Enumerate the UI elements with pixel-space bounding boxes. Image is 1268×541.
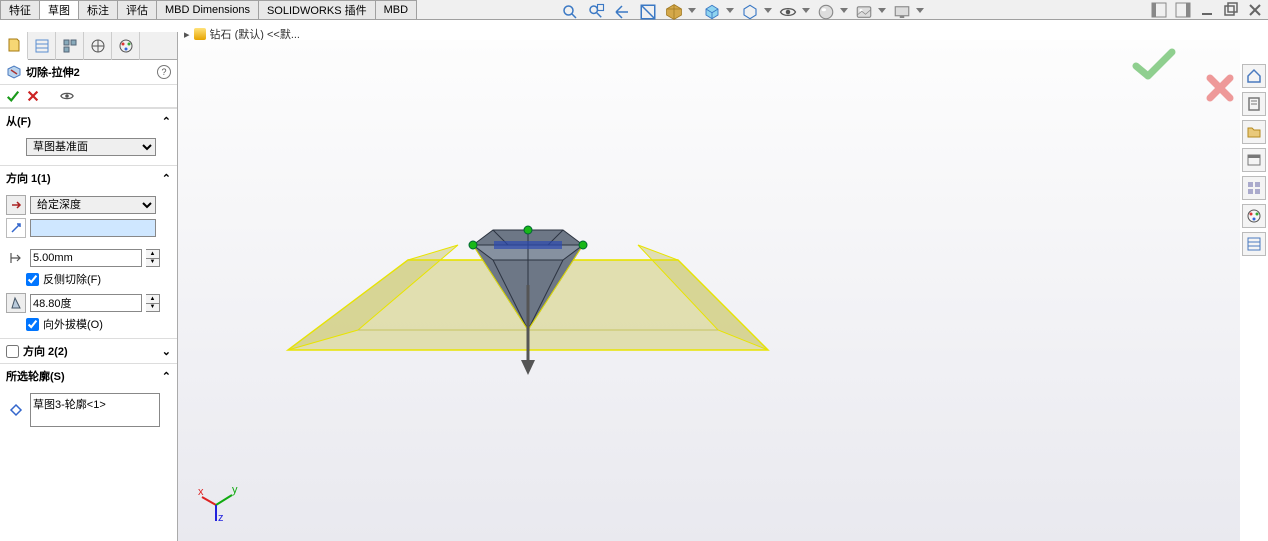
tab-feature[interactable]: 特征	[0, 0, 40, 19]
view-triad-icon[interactable]: x y z	[198, 483, 238, 523]
zoom-fit-icon[interactable]	[560, 2, 580, 22]
tab-mbd-dimensions[interactable]: MBD Dimensions	[156, 0, 259, 19]
cut-extrude-icon	[6, 64, 22, 80]
from-section-header[interactable]: 从(F) ⌃	[0, 108, 177, 133]
help-icon[interactable]: ?	[157, 65, 171, 79]
appearances-tab[interactable]	[112, 32, 140, 60]
chevron-up-icon: ⌃	[162, 370, 171, 383]
ok-button[interactable]	[6, 89, 20, 103]
dropdown-arrow-icon[interactable]	[916, 8, 924, 16]
flip-side-checkbox[interactable]	[26, 273, 39, 286]
resources-icon[interactable]	[1242, 92, 1266, 116]
close-icon[interactable]	[1246, 2, 1264, 18]
view-orientation-icon[interactable]	[664, 2, 684, 22]
home-icon[interactable]	[1242, 64, 1266, 88]
chevron-down-icon: ⌄	[162, 345, 171, 358]
tab-evaluate[interactable]: 评估	[117, 0, 157, 19]
property-manager-panel: 切除-拉伸2 ? 从(F) ⌃ 草图基准面 方向 1(1) ⌃ 给定深度	[0, 32, 178, 541]
depth-input[interactable]	[30, 249, 142, 267]
contour-list[interactable]: 草图3-轮廓<1>	[30, 393, 160, 427]
end-condition-select[interactable]: 给定深度	[30, 196, 156, 214]
depth-spinner[interactable]: ▲▼	[146, 249, 160, 267]
direction2-enable-checkbox[interactable]	[6, 345, 19, 358]
depth-icon	[6, 248, 26, 268]
tab-annotate[interactable]: 标注	[78, 0, 118, 19]
config-manager-tab[interactable]	[56, 32, 84, 60]
dropdown-arrow-icon[interactable]	[802, 8, 810, 16]
from-plane-select[interactable]: 草图基准面	[26, 138, 156, 156]
cancel-button[interactable]	[26, 89, 40, 103]
panel-collapse-right-icon[interactable]	[1174, 2, 1192, 18]
dropdown-arrow-icon[interactable]	[688, 8, 696, 16]
render-icon[interactable]	[892, 2, 912, 22]
minimize-icon[interactable]	[1198, 2, 1216, 18]
section-view-icon[interactable]	[638, 2, 658, 22]
display-style-icon[interactable]	[702, 2, 722, 22]
file-explorer-icon[interactable]	[1242, 148, 1266, 172]
appearance-icon[interactable]	[816, 2, 836, 22]
3d-viewport[interactable]: x y z	[178, 40, 1240, 541]
dropdown-arrow-icon[interactable]	[878, 8, 886, 16]
view-toolbar	[560, 0, 924, 24]
svg-text:y: y	[232, 484, 238, 496]
chevron-right-icon: ▸	[184, 28, 190, 41]
svg-text:x: x	[198, 486, 204, 498]
reject-feature-icon[interactable]	[1206, 74, 1234, 102]
panel-collapse-left-icon[interactable]	[1150, 2, 1168, 18]
maximize-icon[interactable]	[1222, 2, 1240, 18]
direction-vector-button[interactable]	[6, 218, 26, 238]
chevron-up-icon: ⌃	[162, 172, 171, 185]
dropdown-arrow-icon[interactable]	[840, 8, 848, 16]
custom-properties-icon[interactable]	[1242, 232, 1266, 256]
scene-icon[interactable]	[854, 2, 874, 22]
tab-sketch[interactable]: 草图	[39, 0, 79, 19]
chevron-up-icon: ⌃	[162, 115, 171, 128]
direction2-section-header[interactable]: 方向 2(2) ⌄	[0, 338, 177, 363]
draft-angle-input[interactable]	[30, 294, 142, 312]
tab-sw-addins[interactable]: SOLIDWORKS 插件	[258, 0, 376, 19]
dropdown-arrow-icon[interactable]	[764, 8, 772, 16]
task-pane	[1240, 60, 1268, 256]
flip-side-label: 反侧切除(F)	[43, 271, 101, 287]
feature-title: 切除-拉伸2	[26, 64, 157, 80]
hide-show-icon[interactable]	[740, 2, 760, 22]
confirm-feature-icon[interactable]	[1132, 46, 1176, 82]
contours-section-header[interactable]: 所选轮廓(S) ⌃	[0, 363, 177, 388]
draft-outward-label: 向外拔模(O)	[43, 316, 103, 332]
view-palette-icon[interactable]	[1242, 176, 1266, 200]
zoom-area-icon[interactable]	[586, 2, 606, 22]
model-preview	[258, 170, 798, 400]
feature-manager-tab[interactable]	[0, 32, 28, 60]
design-library-icon[interactable]	[1242, 120, 1266, 144]
svg-text:z: z	[218, 512, 224, 523]
part-icon	[194, 28, 206, 40]
tab-mbd[interactable]: MBD	[375, 0, 417, 19]
dimxpert-tab[interactable]	[84, 32, 112, 60]
detailed-preview-icon[interactable]	[60, 89, 74, 103]
eye-icon[interactable]	[778, 2, 798, 22]
property-manager-tab[interactable]	[28, 32, 56, 60]
draft-outward-checkbox[interactable]	[26, 318, 39, 331]
reverse-direction-button[interactable]	[6, 195, 26, 215]
contour-icon	[6, 400, 26, 420]
previous-view-icon[interactable]	[612, 2, 632, 22]
dropdown-arrow-icon[interactable]	[726, 8, 734, 16]
direction1-section-header[interactable]: 方向 1(1) ⌃	[0, 165, 177, 190]
draft-spinner[interactable]: ▲▼	[146, 294, 160, 312]
appearances-scenes-icon[interactable]	[1242, 204, 1266, 228]
draft-on-button[interactable]	[6, 293, 26, 313]
direction-vector-field[interactable]	[30, 219, 156, 237]
